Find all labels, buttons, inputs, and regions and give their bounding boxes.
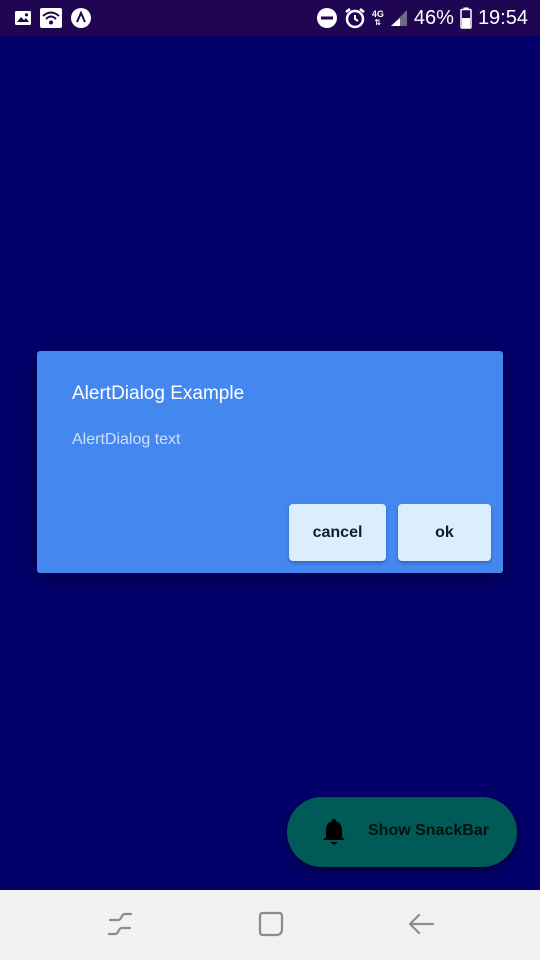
dialog-text: AlertDialog text <box>72 431 181 448</box>
image-icon <box>14 10 32 26</box>
show-snackbar-button[interactable]: Show SnackBar <box>287 797 517 867</box>
home-button[interactable] <box>256 910 286 943</box>
show-snackbar-label: Show SnackBar <box>368 822 489 839</box>
back-icon <box>407 910 435 943</box>
data-arrows-icon: ⇅ <box>374 17 382 27</box>
app-icon <box>70 7 92 29</box>
dialog-title: AlertDialog Example <box>72 383 245 404</box>
back-button[interactable] <box>406 912 436 940</box>
app-screen: 4G ⇅ 46% 19:54 AlertDialog Example Alert… <box>0 0 540 960</box>
home-icon <box>257 910 285 943</box>
status-bar: 4G ⇅ 46% 19:54 <box>0 0 540 36</box>
ok-button[interactable]: ok <box>398 504 491 561</box>
navigation-bar <box>0 890 540 960</box>
bell-icon <box>321 819 347 847</box>
battery-percent: 46% <box>413 7 454 29</box>
status-bar-right: 4G ⇅ 46% 19:54 <box>316 4 528 32</box>
cancel-button[interactable]: cancel <box>289 504 386 561</box>
wifi-icon <box>40 8 62 28</box>
signal-icon <box>390 9 408 27</box>
network-4g-icon: 4G ⇅ <box>372 9 384 27</box>
recent-apps-button[interactable] <box>105 912 135 940</box>
do-not-disturb-icon <box>316 7 338 29</box>
battery-icon <box>460 7 472 29</box>
recent-apps-icon <box>106 911 134 942</box>
alarm-icon <box>344 7 366 29</box>
alert-dialog: AlertDialog Example AlertDialog text can… <box>37 351 503 573</box>
status-bar-left <box>14 7 92 29</box>
clock: 19:54 <box>477 7 528 29</box>
